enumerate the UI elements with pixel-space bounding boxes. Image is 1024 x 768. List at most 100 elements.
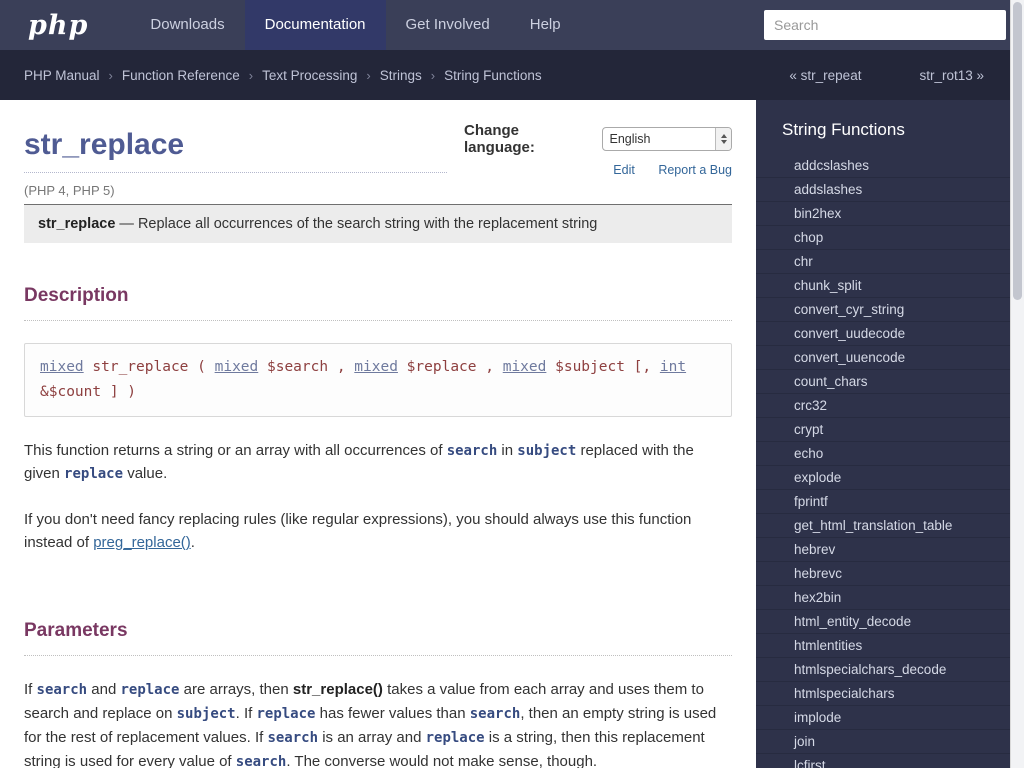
language-selected-value: English [609, 132, 651, 146]
text-run: search [267, 729, 319, 746]
sidebar-function-link[interactable]: htmlspecialchars [756, 682, 1010, 706]
page-scrollbar[interactable] [1010, 0, 1024, 768]
sidebar-function-link[interactable]: explode [756, 466, 1010, 490]
type-link[interactable]: int [660, 359, 686, 375]
nav-item-documentation[interactable]: Documentation [244, 0, 386, 50]
prev-page-link[interactable]: « str_repeat [789, 68, 861, 83]
language-select[interactable]: English [601, 127, 732, 151]
text-run: and [87, 681, 121, 699]
page-title: str_replace [24, 128, 447, 173]
text-run: replace [425, 729, 485, 746]
breadcrumb-separator: › [248, 67, 254, 83]
search-input[interactable] [764, 10, 1006, 40]
breadcrumb-item[interactable]: Strings [380, 68, 422, 83]
sidebar-title: String Functions [782, 120, 905, 139]
sidebar-function-link[interactable]: crypt [756, 418, 1010, 442]
sidebar-function-link[interactable]: convert_cyr_string [756, 298, 1010, 322]
text-run: are arrays, then [179, 681, 293, 699]
breadcrumb-separator: › [366, 67, 371, 83]
next-page-link[interactable]: str_rot13 » [919, 68, 984, 83]
sidebar-function-link[interactable]: lcfirst [756, 754, 1010, 768]
change-language-label: Change language: [464, 122, 535, 156]
text-run: — Replace all occurrences of the search … [115, 216, 598, 232]
type-link[interactable]: mixed [354, 359, 398, 375]
text-run: replace [64, 466, 124, 483]
function-purpose: str_replace — Replace all occurrences of… [24, 204, 732, 244]
sidebar-function-link[interactable]: chop [756, 226, 1010, 250]
sidebar-function-link[interactable]: html_entity_decode [756, 610, 1010, 634]
sidebar-function-link[interactable]: bin2hex [756, 202, 1010, 226]
breadcrumb-separator: › [430, 67, 436, 83]
nav-item-downloads[interactable]: Downloads [130, 0, 244, 50]
sidebar-function-link[interactable]: hebrev [756, 538, 1010, 562]
sidebar-function-link[interactable]: count_chars [756, 370, 1010, 394]
language-box: Change language: English Edit Report a B… [464, 122, 732, 177]
text-run: is an array and [318, 728, 426, 746]
nav-item-get-involved[interactable]: Get Involved [386, 0, 510, 50]
main-nav: Downloads Documentation Get Involved Help [130, 0, 580, 50]
text-run: search [469, 706, 521, 723]
breadcrumb: PHP Manual › Function Reference › Text Proce… [24, 68, 542, 83]
php-version-info: (PHP 4, PHP 5) [24, 183, 115, 198]
breadcrumb-item[interactable]: Function Reference [122, 68, 240, 83]
section-heading-parameters: Parameters [24, 620, 732, 657]
text-run: subject [176, 706, 236, 723]
text-run: $replace , [397, 359, 503, 376]
sidebar-function-link[interactable]: htmlentities [756, 634, 1010, 658]
sidebar-function-link[interactable]: hebrevc [756, 562, 1010, 586]
breadcrumb-item[interactable]: PHP Manual [24, 68, 100, 83]
breadcrumb-item[interactable]: String Functions [444, 68, 542, 83]
text-run: &$count ] ) [40, 383, 137, 400]
text-run: $search , [258, 359, 355, 376]
type-link[interactable]: mixed [40, 359, 84, 375]
breadcrumb-bar: PHP Manual › Function Reference › Text Proce… [0, 50, 1010, 100]
type-link[interactable]: mixed [503, 359, 547, 375]
text-run: This function returns a string or an arr… [24, 441, 447, 459]
sidebar-function-link[interactable]: convert_uudecode [756, 322, 1010, 346]
description-paragraph: This function returns a string or an arr… [24, 439, 732, 486]
sidebar-function-link[interactable]: get_html_translation_table [756, 514, 1010, 538]
doc-link[interactable]: preg_replace() [93, 534, 191, 551]
text-run: has fewer values than [315, 705, 470, 723]
text-run: . The converse would not make sense, tho… [286, 752, 598, 768]
sidebar-function-link[interactable]: hex2bin [756, 586, 1010, 610]
sidebar-function-link[interactable]: implode [756, 706, 1010, 730]
text-run: If [24, 681, 37, 699]
text-run: value. [123, 465, 168, 483]
sidebar-function-link[interactable]: fprintf [756, 490, 1010, 514]
sidebar-function-link[interactable]: chunk_split [756, 274, 1010, 298]
text-run: . If [235, 705, 257, 723]
report-bug-link[interactable]: Report a Bug [658, 163, 732, 177]
text-run: in [497, 441, 518, 459]
text-run: str_replace() [292, 681, 383, 699]
top-navbar: php Downloads Documentation Get Involved He… [0, 0, 1010, 50]
text-run: search [36, 682, 88, 699]
sidebar-function-link[interactable]: htmlspecialchars_decode [756, 658, 1010, 682]
text-run: replace [120, 682, 180, 699]
section-heading-description: Description [24, 285, 732, 322]
sidebar-function-link[interactable]: addcslashes [756, 154, 1010, 178]
description-paragraph: If you don't need fancy replacing rules … [24, 508, 732, 555]
method-synopsis: mixed str_replace ( mixed $search , mixe… [24, 343, 732, 417]
sidebar-function-link[interactable]: join [756, 730, 1010, 754]
sidebar-function-link[interactable]: chr [756, 250, 1010, 274]
breadcrumb-separator: › [108, 67, 113, 83]
breadcrumb-item[interactable]: Text Processing [262, 68, 357, 83]
type-link[interactable]: mixed [215, 359, 259, 375]
text-run: . [190, 534, 195, 552]
sidebar-function-link[interactable]: echo [756, 442, 1010, 466]
page-pager: « str_repeat str_rot13 » [789, 68, 984, 83]
manual-content: Change language: English Edit Report a B… [0, 100, 756, 768]
nav-item-help[interactable]: Help [510, 0, 581, 50]
scrollbar-thumb[interactable] [1013, 2, 1022, 300]
sidebar-function-link[interactable]: addslashes [756, 178, 1010, 202]
text-run: search [235, 753, 287, 768]
text-run: $subject [, [546, 359, 660, 376]
php-logo[interactable]: php [28, 10, 88, 41]
sidebar-function-link[interactable]: convert_uuencode [756, 346, 1010, 370]
sidebar-function-list: addcslashes addslashes bin2hex chop chr chunk… [756, 154, 1010, 768]
text-run: str_replace [38, 216, 116, 232]
function-sidebar: String Functions addcslashes addslashes bi… [756, 100, 1010, 768]
edit-link[interactable]: Edit [613, 163, 635, 177]
sidebar-function-link[interactable]: crc32 [756, 394, 1010, 418]
